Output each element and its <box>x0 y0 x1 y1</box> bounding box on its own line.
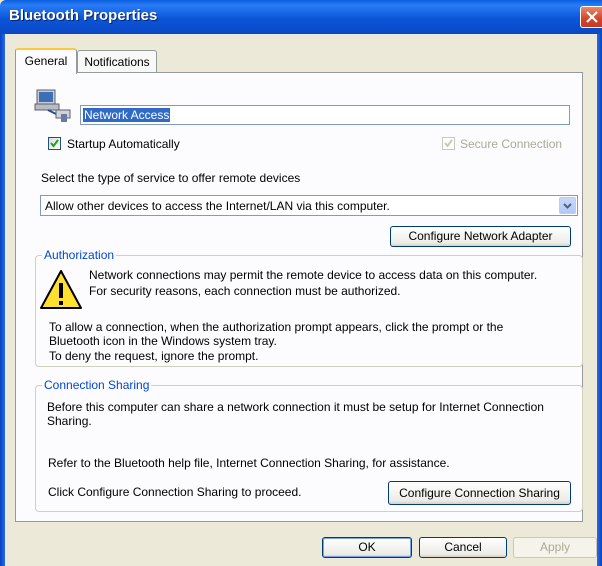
window-title: Bluetooth Properties <box>9 7 158 24</box>
startup-automatically-label[interactable]: Startup Automatically <box>67 137 180 151</box>
window-frame-left <box>0 34 5 566</box>
sharing-text-line2: Sharing. <box>47 414 92 428</box>
dropdown-arrow-button[interactable] <box>559 197 576 214</box>
authorization-text-line1: Network connections may permit the remot… <box>89 268 538 282</box>
authorization-text-line3: To allow a connection, when the authoriz… <box>49 320 504 334</box>
tab-general[interactable]: General <box>15 48 77 74</box>
tab-general-label: General <box>24 54 68 68</box>
authorization-text-line4: Bluetooth icon in the Windows system tra… <box>49 334 277 348</box>
service-name-field[interactable]: Network Access <box>80 105 570 125</box>
service-type-selected: Allow other devices to access the Intern… <box>45 199 390 213</box>
sharing-text-line3: Refer to the Bluetooth help file, Intern… <box>48 456 450 470</box>
checkmark-icon <box>444 139 453 148</box>
tab-notifications[interactable]: Notifications <box>77 50 157 72</box>
close-button[interactable] <box>580 6 602 28</box>
service-type-prompt: Select the type of service to offer remo… <box>41 171 301 185</box>
ok-button[interactable]: OK <box>322 537 412 558</box>
secure-connection-label: Secure Connection <box>460 137 563 151</box>
window-frame-right <box>597 34 602 566</box>
apply-button[interactable]: Apply <box>513 537 597 558</box>
network-computer-icon <box>34 89 71 122</box>
checkmark-icon <box>50 139 59 148</box>
close-icon <box>586 11 598 23</box>
service-name-value: Network Access <box>83 108 171 122</box>
sharing-text-line1: Before this computer can share a network… <box>47 400 544 414</box>
sharing-text-line4: Click Configure Connection Sharing to pr… <box>48 485 302 499</box>
connection-sharing-group-label: Connection Sharing <box>42 378 152 392</box>
authorization-text-line5: To deny the request, ignore the prompt. <box>49 349 259 363</box>
warning-icon <box>40 270 82 309</box>
startup-automatically-checkbox[interactable] <box>48 137 61 150</box>
cancel-button[interactable]: Cancel <box>419 537 507 558</box>
authorization-text-line2: For security reasons, each connection mu… <box>89 284 401 298</box>
title-bar[interactable]: Bluetooth Properties <box>0 0 602 34</box>
service-type-dropdown[interactable]: Allow other devices to access the Intern… <box>40 195 578 216</box>
bluetooth-properties-window: Bluetooth Properties General Notificatio… <box>0 0 602 566</box>
configure-network-adapter-button[interactable]: Configure Network Adapter <box>390 226 571 247</box>
configure-connection-sharing-button[interactable]: Configure Connection Sharing <box>388 481 571 505</box>
secure-connection-checkbox[interactable] <box>442 137 455 150</box>
chevron-down-icon <box>563 203 572 209</box>
authorization-group-label: Authorization <box>42 248 117 262</box>
tab-notifications-label: Notifications <box>84 55 150 69</box>
